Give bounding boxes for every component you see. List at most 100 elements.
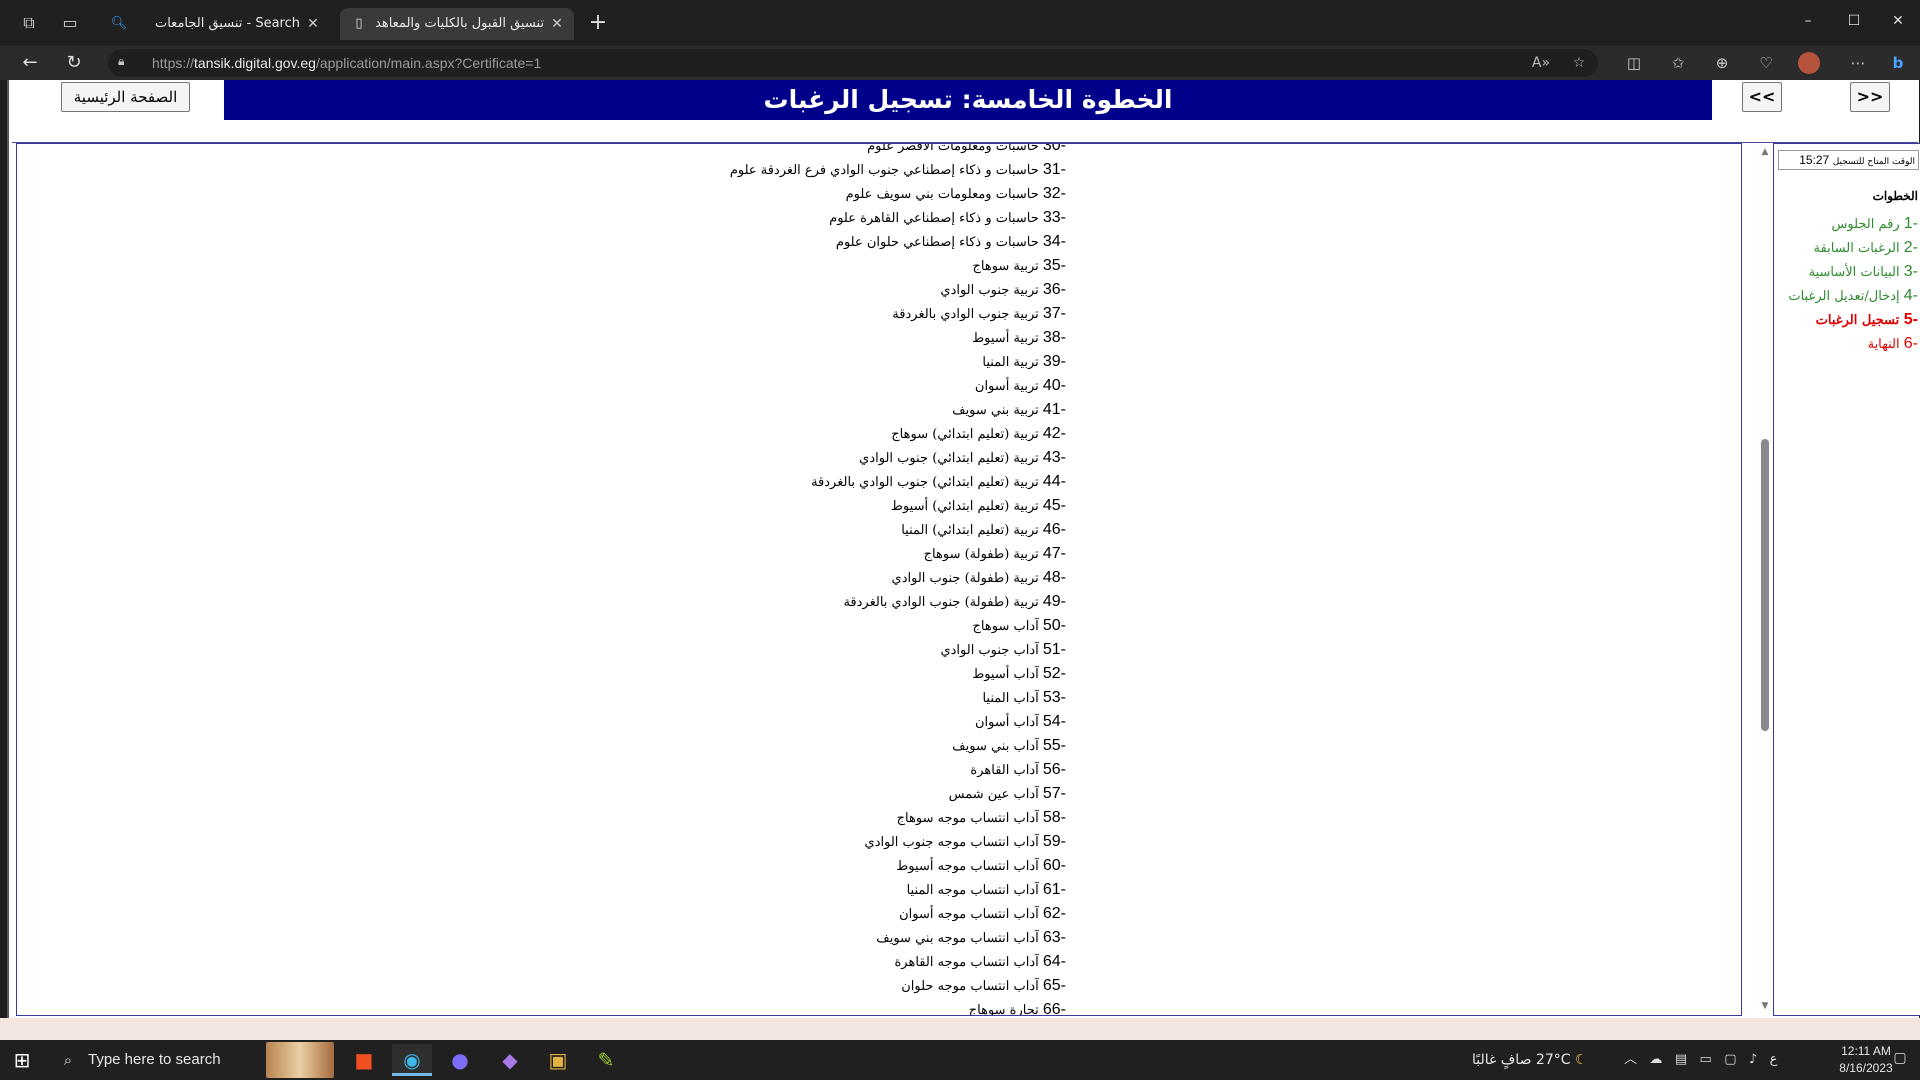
onedrive-icon[interactable]: ☁ <box>1649 1052 1662 1067</box>
list-item-text: آداب انتساب موجه سوهاج <box>896 811 1043 826</box>
list-item: -55 آداب بني سويف <box>730 734 1066 758</box>
step-item: -1 رقم الجلوس <box>1788 212 1919 236</box>
list-item-number: -44 <box>1042 473 1066 490</box>
volume-icon[interactable]: ♪ <box>1749 1052 1757 1067</box>
weather-widget[interactable]: ☾ 27°C صافٍ غالبًا <box>1472 1040 1588 1080</box>
list-item: -44 تربية (تعليم ابتدائي) جنوب الوادي با… <box>730 470 1066 494</box>
battery-icon[interactable]: ▭ <box>1700 1052 1712 1067</box>
url-text[interactable]: https://tansik.digital.gov.eg/applicatio… <box>152 49 541 77</box>
time-label: الوقت المتاح للتسجيل <box>1832 157 1915 167</box>
list-item-text: آداب انتساب موجه المنيا <box>906 883 1043 898</box>
list-item-text: تربية بني سويف <box>952 403 1043 418</box>
list-item: -33 حاسبات و ذكاء إصطناعي القاهرة علوم <box>730 206 1066 230</box>
list-item-number: -58 <box>1042 809 1066 826</box>
list-item: -38 تربية أسيوط <box>730 326 1066 350</box>
list-item-text: آداب بني سويف <box>952 739 1043 754</box>
tab-actions-icon[interactable]: ▭ <box>59 12 81 34</box>
visual-studio-icon[interactable]: ◆ <box>490 1044 530 1076</box>
content-scrollbar[interactable]: ▲ ▼ <box>1757 143 1773 1016</box>
step-title-banner: الخطوة الخامسة: تسجيل الرغبات <box>224 80 1712 120</box>
collections-icon[interactable]: ⊕ <box>1710 52 1734 74</box>
split-screen-icon[interactable]: ◫ <box>1622 52 1646 74</box>
browser-titlebar: ⧉ ▭ 🔍︎ Search - تنسيق الجامعات ✕ ▯ تنسيق… <box>0 0 1920 46</box>
list-item-number: -53 <box>1042 689 1066 706</box>
list-item-text: تربية أسيوط <box>972 331 1043 346</box>
edge-browser-icon[interactable]: ◉ <box>392 1044 432 1076</box>
steps-sidebar: الوقت المتاح للتسجيل 15:27 الخطوات -1 رق… <box>1773 143 1920 1016</box>
home-page-button[interactable]: الصفحة الرئيسية <box>61 82 190 112</box>
maximize-button[interactable]: ☐ <box>1834 8 1874 34</box>
scroll-up-arrow-icon[interactable]: ▲ <box>1760 147 1770 157</box>
list-item-text: تربية سوهاج <box>972 259 1043 274</box>
scrollbar-thumb[interactable] <box>1761 439 1769 731</box>
profile-avatar[interactable] <box>1798 52 1820 74</box>
list-item: -66 تجارة سوهاج <box>730 998 1066 1015</box>
list-item-number: -45 <box>1042 497 1066 514</box>
paint-app-icon[interactable]: ✎ <box>586 1044 626 1076</box>
close-tab-icon[interactable]: ✕ <box>304 8 322 40</box>
list-item: -52 آداب أسيوط <box>730 662 1066 686</box>
meet-now-icon[interactable]: ▤ <box>1675 1052 1687 1067</box>
list-item-text: آداب أسوان <box>974 715 1043 730</box>
workspaces-icon[interactable]: ⧉ <box>18 12 40 34</box>
list-item: -41 تربية بني سويف <box>730 398 1066 422</box>
header-frame: الصفحة الرئيسية الخطوة الخامسة: تسجيل ال… <box>12 80 1918 143</box>
windows-start-icon[interactable]: ⊞ <box>10 1048 34 1072</box>
page-icon: ▯ <box>355 16 363 31</box>
list-item-number: -33 <box>1042 209 1066 226</box>
microsoft-store-icon[interactable]: ■ <box>344 1044 384 1076</box>
browser-essentials-icon[interactable]: ♡ <box>1754 52 1778 74</box>
list-item-number: -35 <box>1042 257 1066 274</box>
list-item: -58 آداب انتساب موجه سوهاج <box>730 806 1066 830</box>
list-item: -57 آداب عين شمس <box>730 782 1066 806</box>
sticky-app-icon[interactable]: ▣ <box>538 1044 578 1076</box>
list-item-number: -64 <box>1042 953 1066 970</box>
refresh-button[interactable]: ↻ <box>60 50 88 76</box>
step-label: تسجيل الرغبات <box>1815 313 1904 328</box>
read-aloud-icon[interactable]: A» <box>1530 53 1552 73</box>
favorites-icon[interactable]: ✩ <box>1666 52 1690 74</box>
favorite-star-icon[interactable]: ☆ <box>1568 53 1590 73</box>
list-item-number: -59 <box>1042 833 1066 850</box>
step-item: -5 تسجيل الرغبات <box>1788 308 1918 332</box>
step-item: -2 الرغبات السابقة <box>1788 236 1918 260</box>
discord-icon[interactable]: ● <box>440 1044 480 1076</box>
list-item-text: تربية (تعليم ابتدائي) جنوب الوادي <box>859 451 1043 466</box>
search-highlight-image[interactable] <box>266 1042 334 1078</box>
scroll-down-arrow-icon[interactable]: ▼ <box>1760 1001 1770 1011</box>
list-item-number: -62 <box>1042 905 1066 922</box>
next-step-button[interactable]: << <box>1742 82 1782 112</box>
minimize-button[interactable]: – <box>1788 8 1828 34</box>
tab-search[interactable]: 🔍︎ Search - تنسيق الجامعات ✕ <box>100 8 330 40</box>
more-menu-icon[interactable]: ⋯ <box>1846 52 1870 74</box>
list-item-text: تربية (تعليم ابتدائي) سوهاج <box>891 427 1043 442</box>
list-item: -37 تربية جنوب الوادي بالغردقة <box>730 302 1066 326</box>
tab-tansik[interactable]: ▯ تنسيق القبول بالكليات والمعاهد ✕ <box>340 8 574 40</box>
list-item-number: -56 <box>1042 761 1066 778</box>
notifications-icon[interactable]: ▢ <box>1890 1050 1910 1070</box>
close-window-button[interactable]: ✕ <box>1878 8 1918 34</box>
list-item-text: حاسبات ومعلومات بني سويف علوم <box>845 187 1043 202</box>
list-item-number: -43 <box>1042 449 1066 466</box>
close-tab-icon[interactable]: ✕ <box>548 8 566 40</box>
input-language-indicator[interactable]: ع <box>1770 1052 1778 1067</box>
list-item-text: آداب انتساب موجه القاهرة <box>894 955 1043 970</box>
list-item-text: حاسبات و ذكاء إصطناعي القاهرة علوم <box>829 211 1043 226</box>
list-item-number: -57 <box>1042 785 1066 802</box>
address-bar[interactable]: 🔒︎ https://tansik.digital.gov.eg/applica… <box>108 49 1598 77</box>
time-value: 15:27 <box>1799 153 1830 167</box>
bing-copilot-icon[interactable]: b <box>1886 52 1910 74</box>
list-item-text: آداب أسيوط <box>972 667 1043 682</box>
network-icon[interactable]: ▢ <box>1724 1052 1736 1067</box>
list-item: -46 تربية (تعليم ابتدائي) المنيا <box>730 518 1066 542</box>
back-button[interactable]: ← <box>16 50 44 76</box>
taskbar: ⊞ ⌕ Type here to search ■ ◉ ● ◆ ▣ ✎ ☾ 27… <box>0 1040 1920 1080</box>
new-tab-button[interactable]: + <box>586 10 610 38</box>
lock-icon[interactable]: 🔒︎ <box>118 54 134 70</box>
previous-step-button[interactable]: >> <box>1850 82 1890 112</box>
list-item-text: تربية (تعليم ابتدائي) جنوب الوادي بالغرد… <box>811 475 1043 490</box>
show-hidden-icons-icon[interactable]: ︿ <box>1624 1052 1637 1067</box>
tab-title: Search - تنسيق الجامعات <box>154 16 300 31</box>
list-item: -59 آداب انتساب موجه جنوب الوادي <box>730 830 1066 854</box>
taskbar-search[interactable]: ⌕ Type here to search <box>48 1040 264 1080</box>
